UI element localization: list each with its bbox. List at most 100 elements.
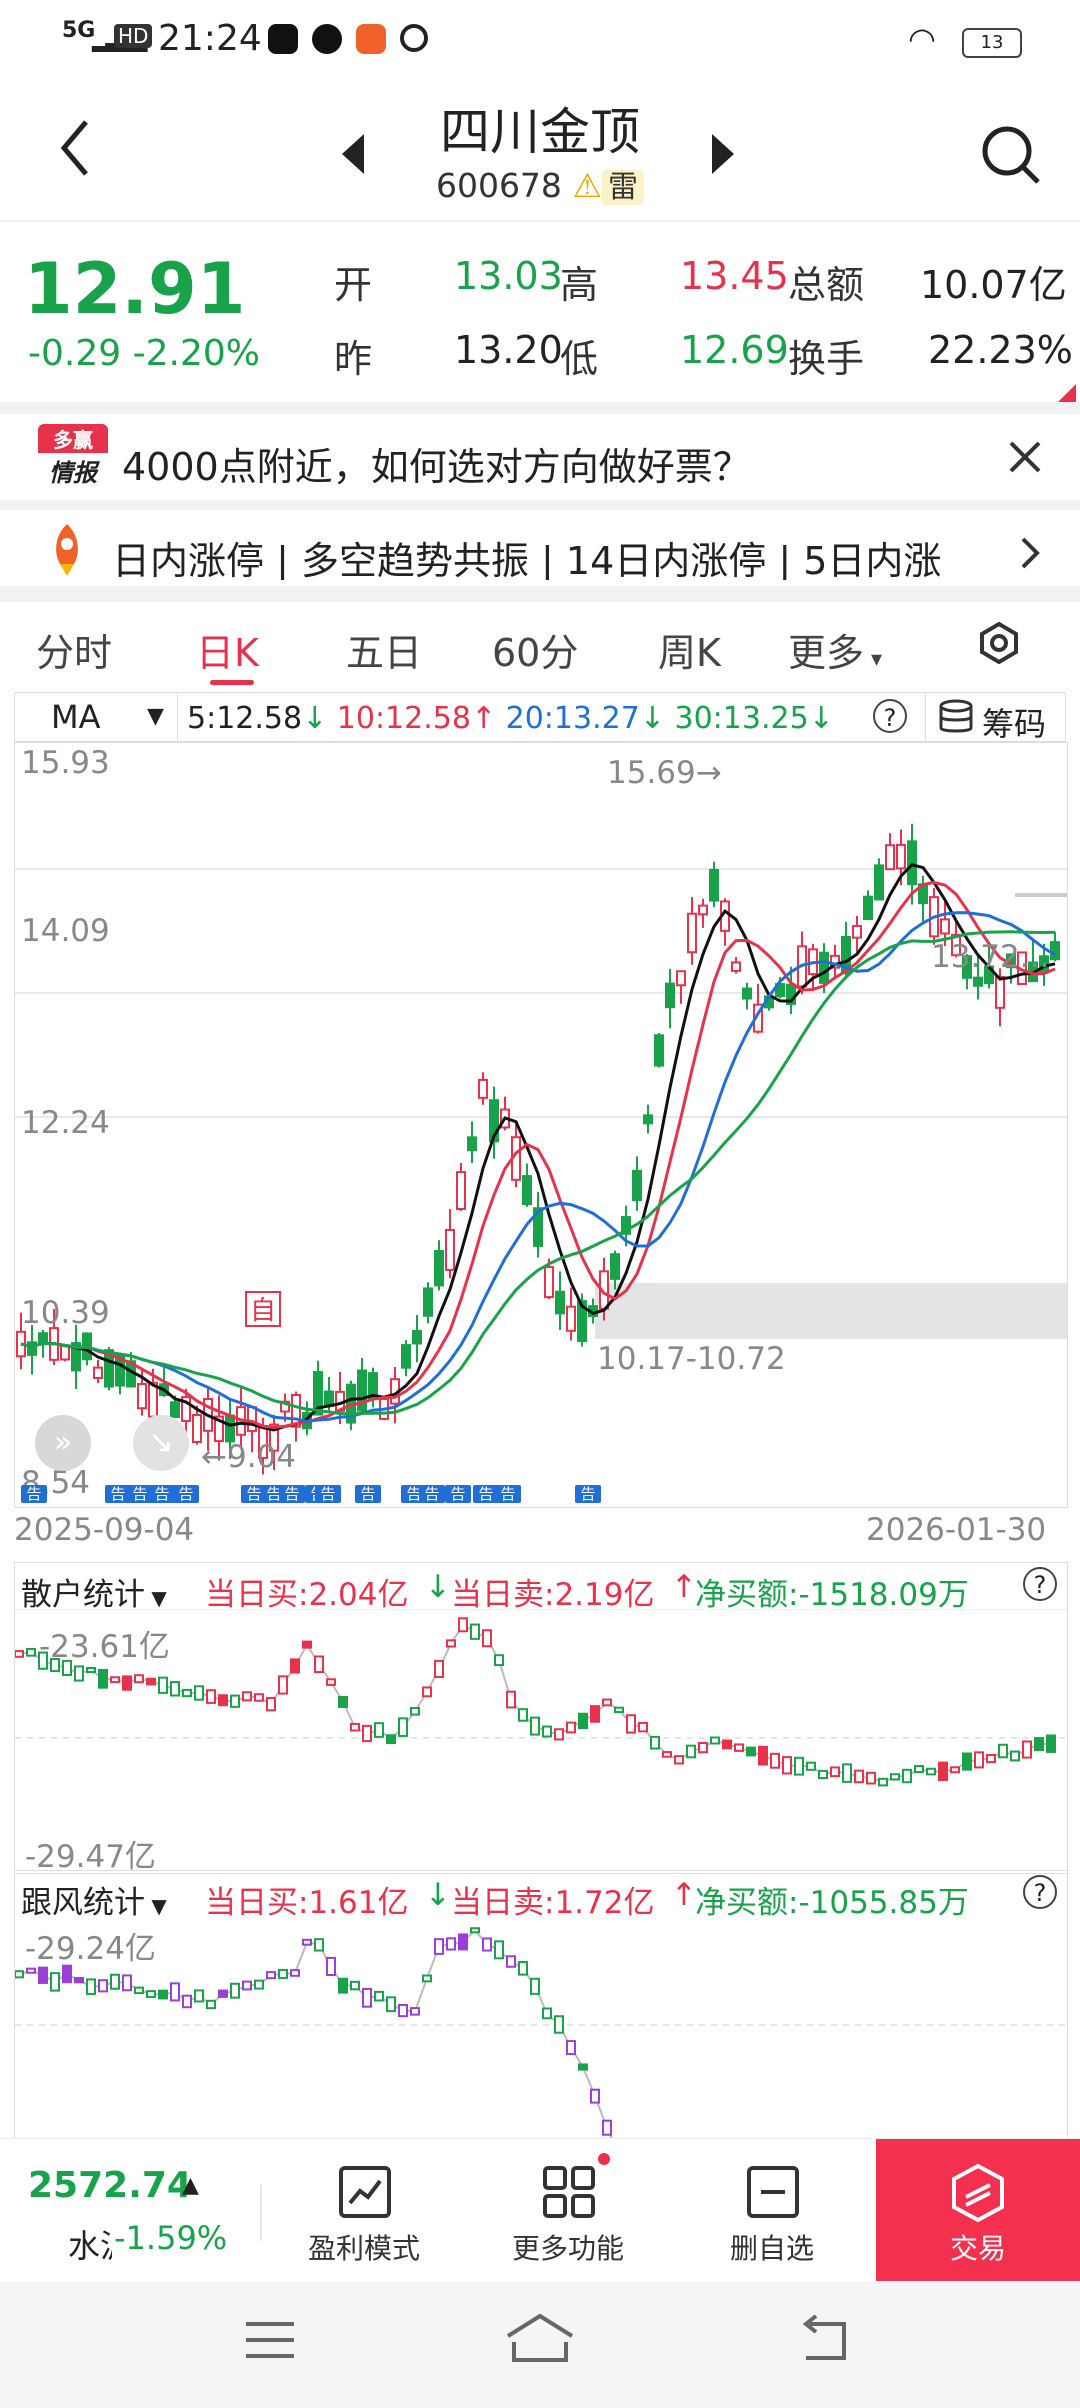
- follow-header: 跟风统计 ▼ 当日买:1.61亿 ↓ 当日卖:1.72亿 ↑ 净买额:-1055.8…: [15, 1871, 1067, 1921]
- risk-tag[interactable]: 雷: [602, 170, 645, 205]
- retail-selector[interactable]: 散户统计 ▼: [21, 1569, 167, 1614]
- menu-icon[interactable]: [244, 2318, 296, 2366]
- retail-top-label: -23.61亿: [39, 1629, 170, 1665]
- flow-bar: [914, 1765, 924, 1773]
- next-stock-icon[interactable]: [710, 134, 734, 178]
- tab-five-day[interactable]: 五日: [346, 622, 422, 677]
- high-label: 高: [560, 263, 599, 307]
- tab-weekly-k[interactable]: 周K: [658, 622, 721, 677]
- flow-bar: [290, 1969, 300, 1977]
- announcement-badge[interactable]: 告: [445, 1485, 471, 1503]
- flow-bar: [998, 1743, 1008, 1759]
- announcement-badge[interactable]: 告: [355, 1485, 381, 1503]
- app-icon-4: [400, 24, 428, 52]
- announcement-markers: 告告告告告告告告告告告告告告告告告: [15, 743, 1067, 1507]
- retail-panel: 散户统计 ▼ 当日买:2.04亿 ↓ 当日卖:2.19亿 ↑ 净买额:-1518.0…: [14, 1562, 1068, 1875]
- flow-bar: [266, 1697, 276, 1712]
- flow-bar: [62, 1964, 72, 1984]
- announcement-badge[interactable]: 告: [575, 1485, 601, 1503]
- flow-bar: [758, 1745, 768, 1766]
- search-icon[interactable]: [980, 124, 1042, 190]
- flow-bar: [15, 1970, 24, 1979]
- flow-bar: [122, 1974, 132, 1992]
- follow-selector[interactable]: 跟风统计 ▼: [21, 1877, 167, 1922]
- chevron-right-icon[interactable]: [1020, 536, 1040, 574]
- flow-bar: [350, 1722, 360, 1732]
- announcement-badge[interactable]: 告: [495, 1485, 521, 1503]
- flow-bar: [242, 1980, 252, 1991]
- flow-bar: [770, 1752, 780, 1769]
- flow-bar: [926, 1767, 936, 1776]
- flow-bar: [254, 1979, 264, 1990]
- kline-chart[interactable]: 15.93 14.09 12.24 10.39 8.54 15.69→ ←9.0…: [14, 742, 1068, 1508]
- announcement-badge[interactable]: 告: [21, 1485, 47, 1503]
- low-value: 12.69: [680, 328, 789, 372]
- flow-bar: [74, 1977, 84, 1984]
- flow-bar: [1034, 1737, 1044, 1752]
- announcement-badge[interactable]: 告: [173, 1485, 199, 1503]
- grid-icon: [543, 2166, 595, 2218]
- flow-bar: [698, 1741, 708, 1754]
- flow-bar: [734, 1743, 744, 1752]
- stock-code: 600678: [435, 166, 562, 205]
- flow-bar: [110, 1973, 120, 1990]
- prev-value: 13.20: [454, 328, 563, 372]
- flow-bar: [86, 1666, 96, 1674]
- flow-bar: [530, 1977, 540, 1995]
- tab-timeshare[interactable]: 分时: [36, 622, 112, 677]
- announcement-badge[interactable]: 告: [149, 1485, 175, 1503]
- tab-more[interactable]: 更多 ▾: [788, 622, 882, 677]
- flow-bar: [170, 1681, 180, 1697]
- help-icon[interactable]: ?: [1023, 1875, 1057, 1909]
- index-value[interactable]: 2572.74: [28, 2165, 192, 2206]
- flow-bar: [638, 1721, 648, 1733]
- home-icon[interactable]: [504, 2312, 576, 2368]
- flow-bar: [254, 1693, 264, 1702]
- flow-bar: [434, 1659, 444, 1678]
- flow-bar: [242, 1691, 252, 1702]
- stock-code-row: 600678 ⚠ 雷: [0, 162, 1080, 206]
- flow-bar: [950, 1766, 960, 1774]
- price-change: -0.29 -2.20%: [28, 333, 260, 374]
- announcement-badge[interactable]: 告: [419, 1485, 445, 1503]
- retail-header: 散户统计 ▼ 当日买:2.04亿 ↓ 当日卖:2.19亿 ↑ 净买额:-1518.0…: [15, 1563, 1067, 1613]
- flow-bar: [482, 1937, 492, 1952]
- flow-bar: [506, 1955, 516, 1968]
- announcement-badge[interactable]: 告: [315, 1485, 341, 1503]
- flow-bar: [326, 1956, 336, 1977]
- help-icon[interactable]: ?: [873, 699, 907, 733]
- signal-ticker[interactable]: 日内涨停 | 多空趋势共振 | 14日内涨停 | 5日内涨: [108, 520, 988, 580]
- flow-bar: [314, 1655, 324, 1674]
- flow-bar: [338, 1977, 348, 1994]
- flow-bar: [686, 1744, 696, 1759]
- back-nav-icon[interactable]: [796, 2314, 852, 2368]
- flow-bar: [446, 1937, 456, 1951]
- last-price: 12.91: [24, 248, 246, 330]
- indicator-selector[interactable]: MA ▼: [15, 693, 178, 741]
- flow-bar: [362, 1724, 372, 1743]
- settings-icon[interactable]: [978, 621, 1020, 668]
- bottom-toolbar: 2572.74 ▲ 水泥 -1.59% 盈利模式 更多功能 删自选 交易: [0, 2138, 1080, 2281]
- flow-bar: [818, 1769, 828, 1780]
- flow-bar: [74, 1665, 84, 1682]
- amount-label: 总额: [788, 263, 865, 307]
- help-icon[interactable]: ?: [1023, 1567, 1057, 1601]
- ma-bar: MA ▼ 5:12.58↓ 10:12.58↑ 20:13.27↓ 30:13.2…: [14, 692, 1066, 743]
- banner-text[interactable]: 4000点附近，如何选对方向做好票？: [122, 436, 751, 491]
- flow-bar: [590, 2088, 600, 2104]
- flow-bar: [38, 1966, 48, 1984]
- flow-bar: [470, 1927, 480, 1934]
- trade-button[interactable]: 交易: [876, 2139, 1080, 2281]
- flow-bar: [278, 1968, 288, 1979]
- flow-bar: [866, 1771, 876, 1785]
- close-icon[interactable]: [1008, 440, 1042, 478]
- flow-bar: [182, 1994, 192, 2009]
- tab-daily-k[interactable]: 日K: [196, 622, 259, 677]
- flow-bar: [494, 1654, 504, 1667]
- app-icon-3: [356, 24, 386, 54]
- chip-button[interactable]: 筹码: [925, 693, 1066, 743]
- announcement-badge[interactable]: 告: [279, 1485, 305, 1503]
- minus-box-icon: [747, 2166, 799, 2218]
- tab-60min[interactable]: 60分: [492, 622, 578, 677]
- flow-bar: [146, 1990, 156, 1999]
